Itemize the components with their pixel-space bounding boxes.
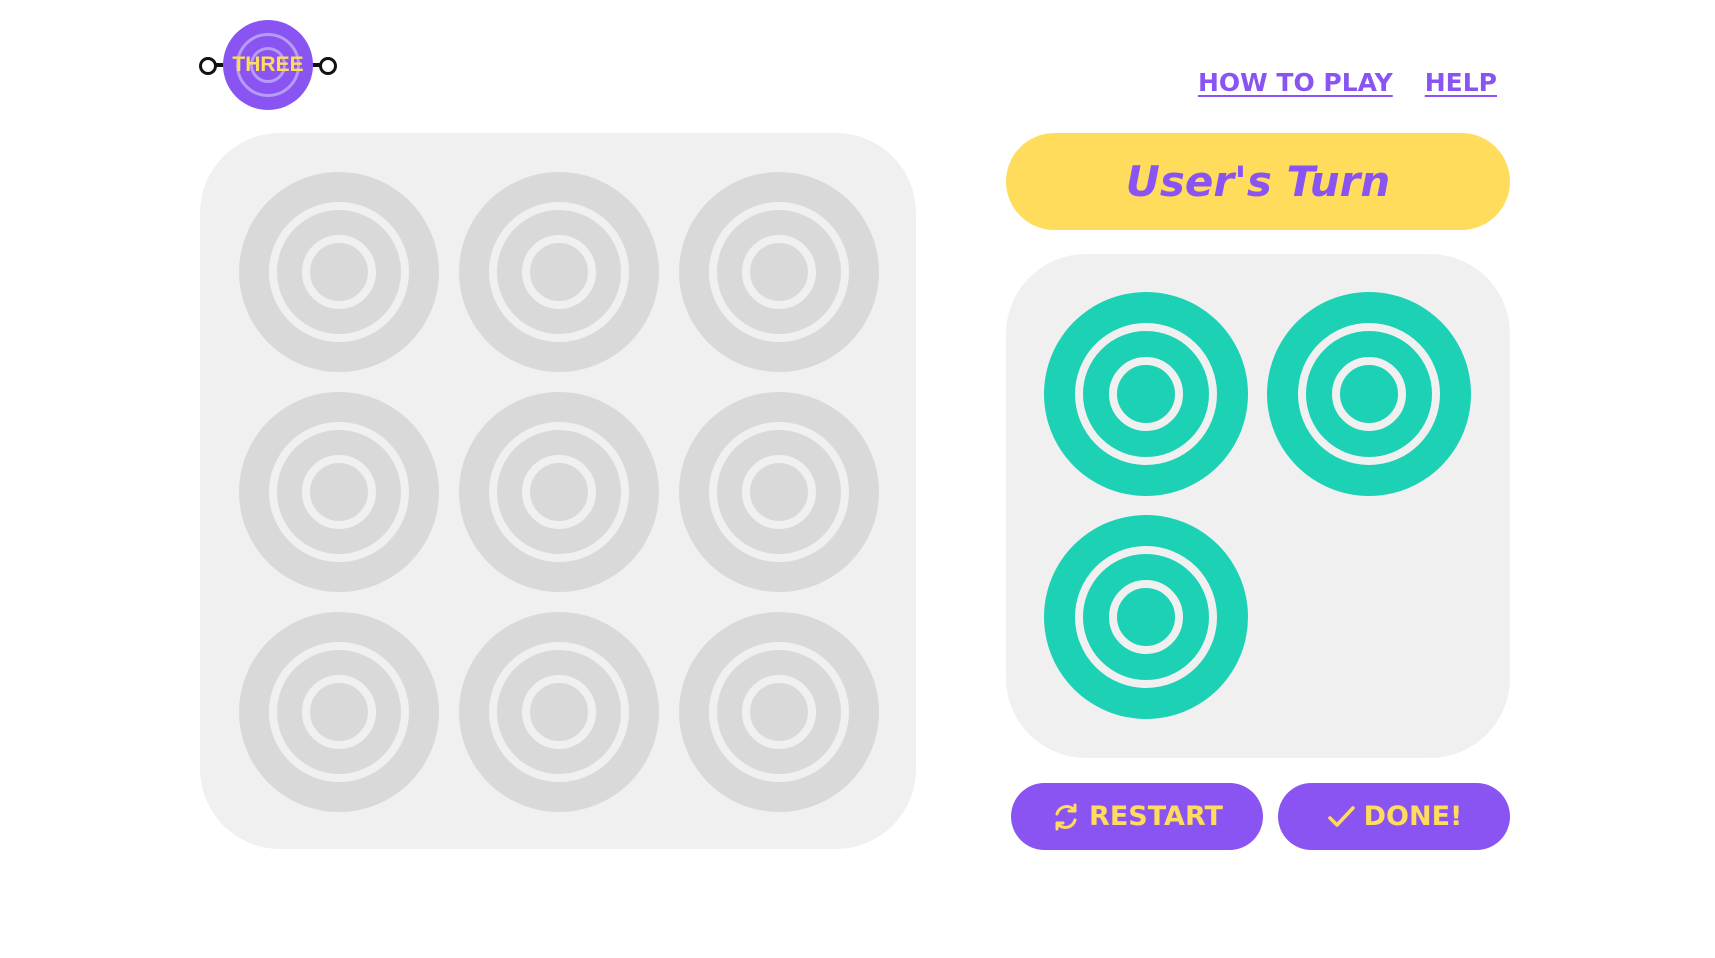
board-cell[interactable]	[239, 612, 439, 812]
logo-text: THREE	[232, 53, 304, 76]
game-screen: THREE HOW TO PLAY HELP User's Turn RESTA…	[0, 0, 1715, 958]
ring-inner	[1109, 580, 1183, 654]
check-icon	[1327, 805, 1355, 827]
logo-node-left	[199, 57, 217, 75]
ring-inner	[302, 675, 376, 749]
restart-button[interactable]: RESTART	[1011, 783, 1263, 850]
board-cell[interactable]	[239, 392, 439, 592]
ring-inner	[742, 675, 816, 749]
ring-inner	[742, 455, 816, 529]
done-button[interactable]: DONE!	[1278, 783, 1510, 850]
how-to-play-link[interactable]: HOW TO PLAY	[1198, 68, 1393, 97]
turn-indicator: User's Turn	[1006, 133, 1510, 230]
logo-disc: THREE	[223, 20, 313, 110]
ring-inner	[522, 675, 596, 749]
ring-inner	[302, 455, 376, 529]
done-label: DONE!	[1363, 801, 1463, 832]
board-cell[interactable]	[459, 172, 659, 372]
board-cell[interactable]	[679, 172, 879, 372]
board-cell[interactable]	[679, 612, 879, 812]
ring-inner	[1332, 357, 1406, 431]
game-board	[200, 133, 916, 849]
player-piece[interactable]	[1267, 292, 1471, 496]
board-cell[interactable]	[679, 392, 879, 592]
board-cell[interactable]	[459, 612, 659, 812]
help-link[interactable]: HELP	[1425, 68, 1497, 97]
player-piece[interactable]	[1044, 515, 1248, 719]
ring-inner	[1109, 357, 1183, 431]
refresh-icon	[1055, 803, 1077, 830]
board-cell[interactable]	[239, 172, 439, 372]
board-cell[interactable]	[459, 392, 659, 592]
logo: THREE	[199, 18, 337, 112]
logo-node-right	[319, 57, 337, 75]
player-piece[interactable]	[1044, 292, 1248, 496]
turn-text: User's Turn	[1125, 157, 1391, 206]
ring-inner	[302, 235, 376, 309]
piece-pool	[1006, 254, 1510, 758]
restart-label: RESTART	[1089, 801, 1223, 832]
top-nav: HOW TO PLAY HELP	[1198, 68, 1497, 97]
ring-inner	[522, 455, 596, 529]
ring-inner	[742, 235, 816, 309]
ring-inner	[522, 235, 596, 309]
